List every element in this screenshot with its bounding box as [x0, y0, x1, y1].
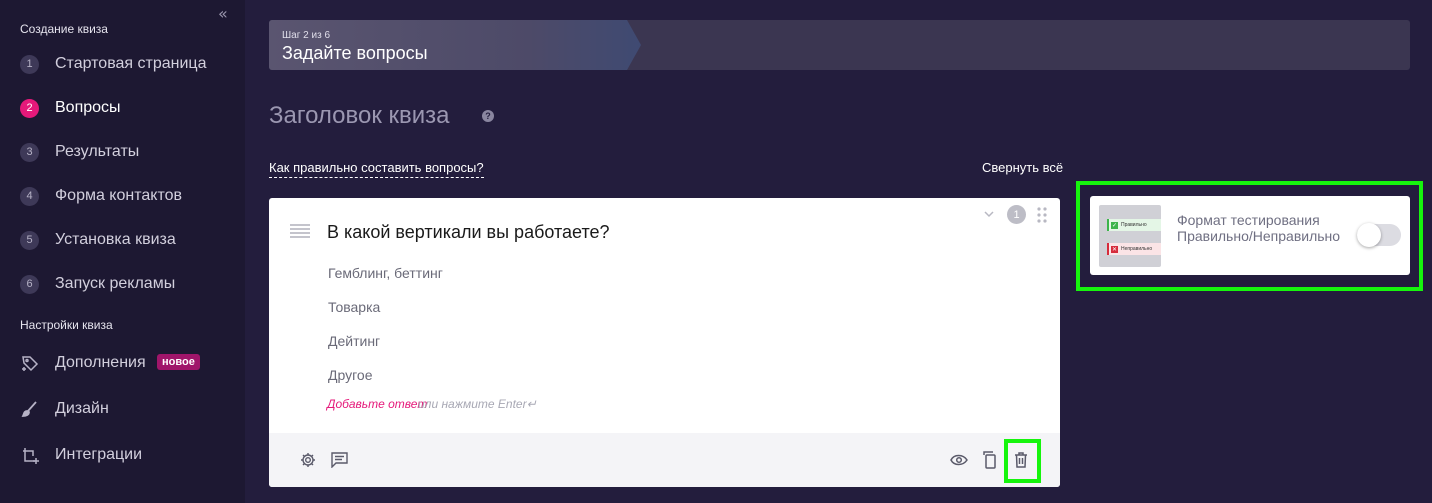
answer-option[interactable]: Товарка [328, 299, 380, 315]
sidebar-item-start-page[interactable]: 1 Стартовая страница [20, 52, 206, 76]
step-counter: Шаг 2 из 6 [282, 30, 331, 41]
answer-option[interactable]: Дейтинг [328, 333, 380, 349]
step-number: 6 [20, 274, 39, 294]
integrations-icon [20, 445, 40, 465]
thumb-correct-label: Правильно [1121, 222, 1147, 228]
section-label-create: Создание квиза [20, 22, 108, 36]
settings-icon[interactable] [297, 449, 319, 471]
thumb-wrong-label: Неправильно [1121, 246, 1153, 252]
test-format-label: Формат тестирования Правильно/Неправильн… [1177, 212, 1341, 244]
sidebar: « Создание квиза 1 Стартовая страница 2 … [0, 0, 245, 503]
add-answer-link[interactable]: Добавьте ответ [327, 397, 427, 411]
question-text[interactable]: В какой вертикали вы работаете? [327, 222, 610, 243]
new-badge: новое [157, 354, 200, 370]
step-title: Задайте вопросы [282, 43, 428, 63]
sidebar-item-addons[interactable]: Дополнения новое [20, 351, 200, 375]
howto-link[interactable]: Как правильно составить вопросы? [269, 160, 484, 178]
question-card: В какой вертикали вы работаете? 1 Гембли… [269, 198, 1060, 487]
sidebar-item-questions[interactable]: 2 Вопросы [20, 96, 121, 120]
sidebar-item-label: Форма контактов [55, 187, 182, 204]
toggle-knob [1357, 223, 1381, 247]
preview-eye-icon[interactable] [948, 449, 970, 471]
sidebar-item-label: Интеграции [55, 446, 143, 463]
step-number: 2 [20, 98, 39, 118]
sidebar-item-results[interactable]: 3 Результаты [20, 140, 139, 164]
comment-icon[interactable] [328, 449, 350, 471]
question-card-footer [269, 433, 1060, 487]
add-answer-hint: или нажмите Enter↵ [418, 397, 537, 411]
sidebar-item-contact-form[interactable]: 4 Форма контактов [20, 184, 182, 208]
drag-handle-icon[interactable] [1037, 207, 1047, 223]
help-icon[interactable]: ? [482, 110, 494, 122]
sidebar-item-integrations[interactable]: Интеграции [20, 443, 142, 467]
question-type-list-icon [290, 224, 310, 238]
sidebar-item-label: Результаты [55, 143, 140, 160]
sidebar-item-install[interactable]: 5 Установка квиза [20, 228, 176, 252]
tag-plus-icon [20, 353, 40, 373]
brush-icon [20, 399, 40, 419]
collapse-all-button[interactable]: Свернуть всё [982, 160, 1063, 175]
sidebar-item-label: Запуск рекламы [55, 275, 176, 292]
section-label-settings: Настройки квиза [20, 318, 113, 332]
chevron-down-icon[interactable] [981, 206, 997, 222]
sidebar-item-label: Дизайн [55, 400, 109, 417]
test-format-card: ✓ Правильно ✕ Неправильно Формат тестиро… [1090, 196, 1410, 275]
collapse-sidebar-icon[interactable]: « [218, 4, 228, 23]
step-number: 1 [20, 54, 39, 74]
sidebar-item-design[interactable]: Дизайн [20, 397, 109, 421]
sidebar-item-ads[interactable]: 6 Запуск рекламы [20, 272, 175, 296]
answer-option[interactable]: Другое [328, 367, 372, 383]
question-number: 1 [1007, 205, 1026, 224]
step-number: 5 [20, 230, 39, 250]
answer-option[interactable]: Гемблинг, беттинг [328, 265, 443, 281]
copy-icon[interactable] [978, 449, 1000, 471]
sidebar-item-label: Дополнения [55, 354, 146, 371]
step-progress-bar: Шаг 2 из 6 Задайте вопросы [269, 20, 1410, 70]
sidebar-item-label: Вопросы [55, 99, 121, 116]
trash-icon[interactable] [1010, 449, 1032, 471]
sidebar-item-label: Стартовая страница [55, 55, 207, 72]
step-number: 3 [20, 142, 39, 162]
quiz-title-input[interactable]: Заголовок квиза [269, 102, 450, 130]
current-step-arrow: Шаг 2 из 6 Задайте вопросы [269, 20, 641, 70]
test-format-thumbnail: ✓ Правильно ✕ Неправильно [1099, 205, 1161, 267]
step-number: 4 [20, 186, 39, 206]
test-format-toggle[interactable] [1357, 223, 1401, 247]
sidebar-item-label: Установка квиза [55, 231, 176, 248]
